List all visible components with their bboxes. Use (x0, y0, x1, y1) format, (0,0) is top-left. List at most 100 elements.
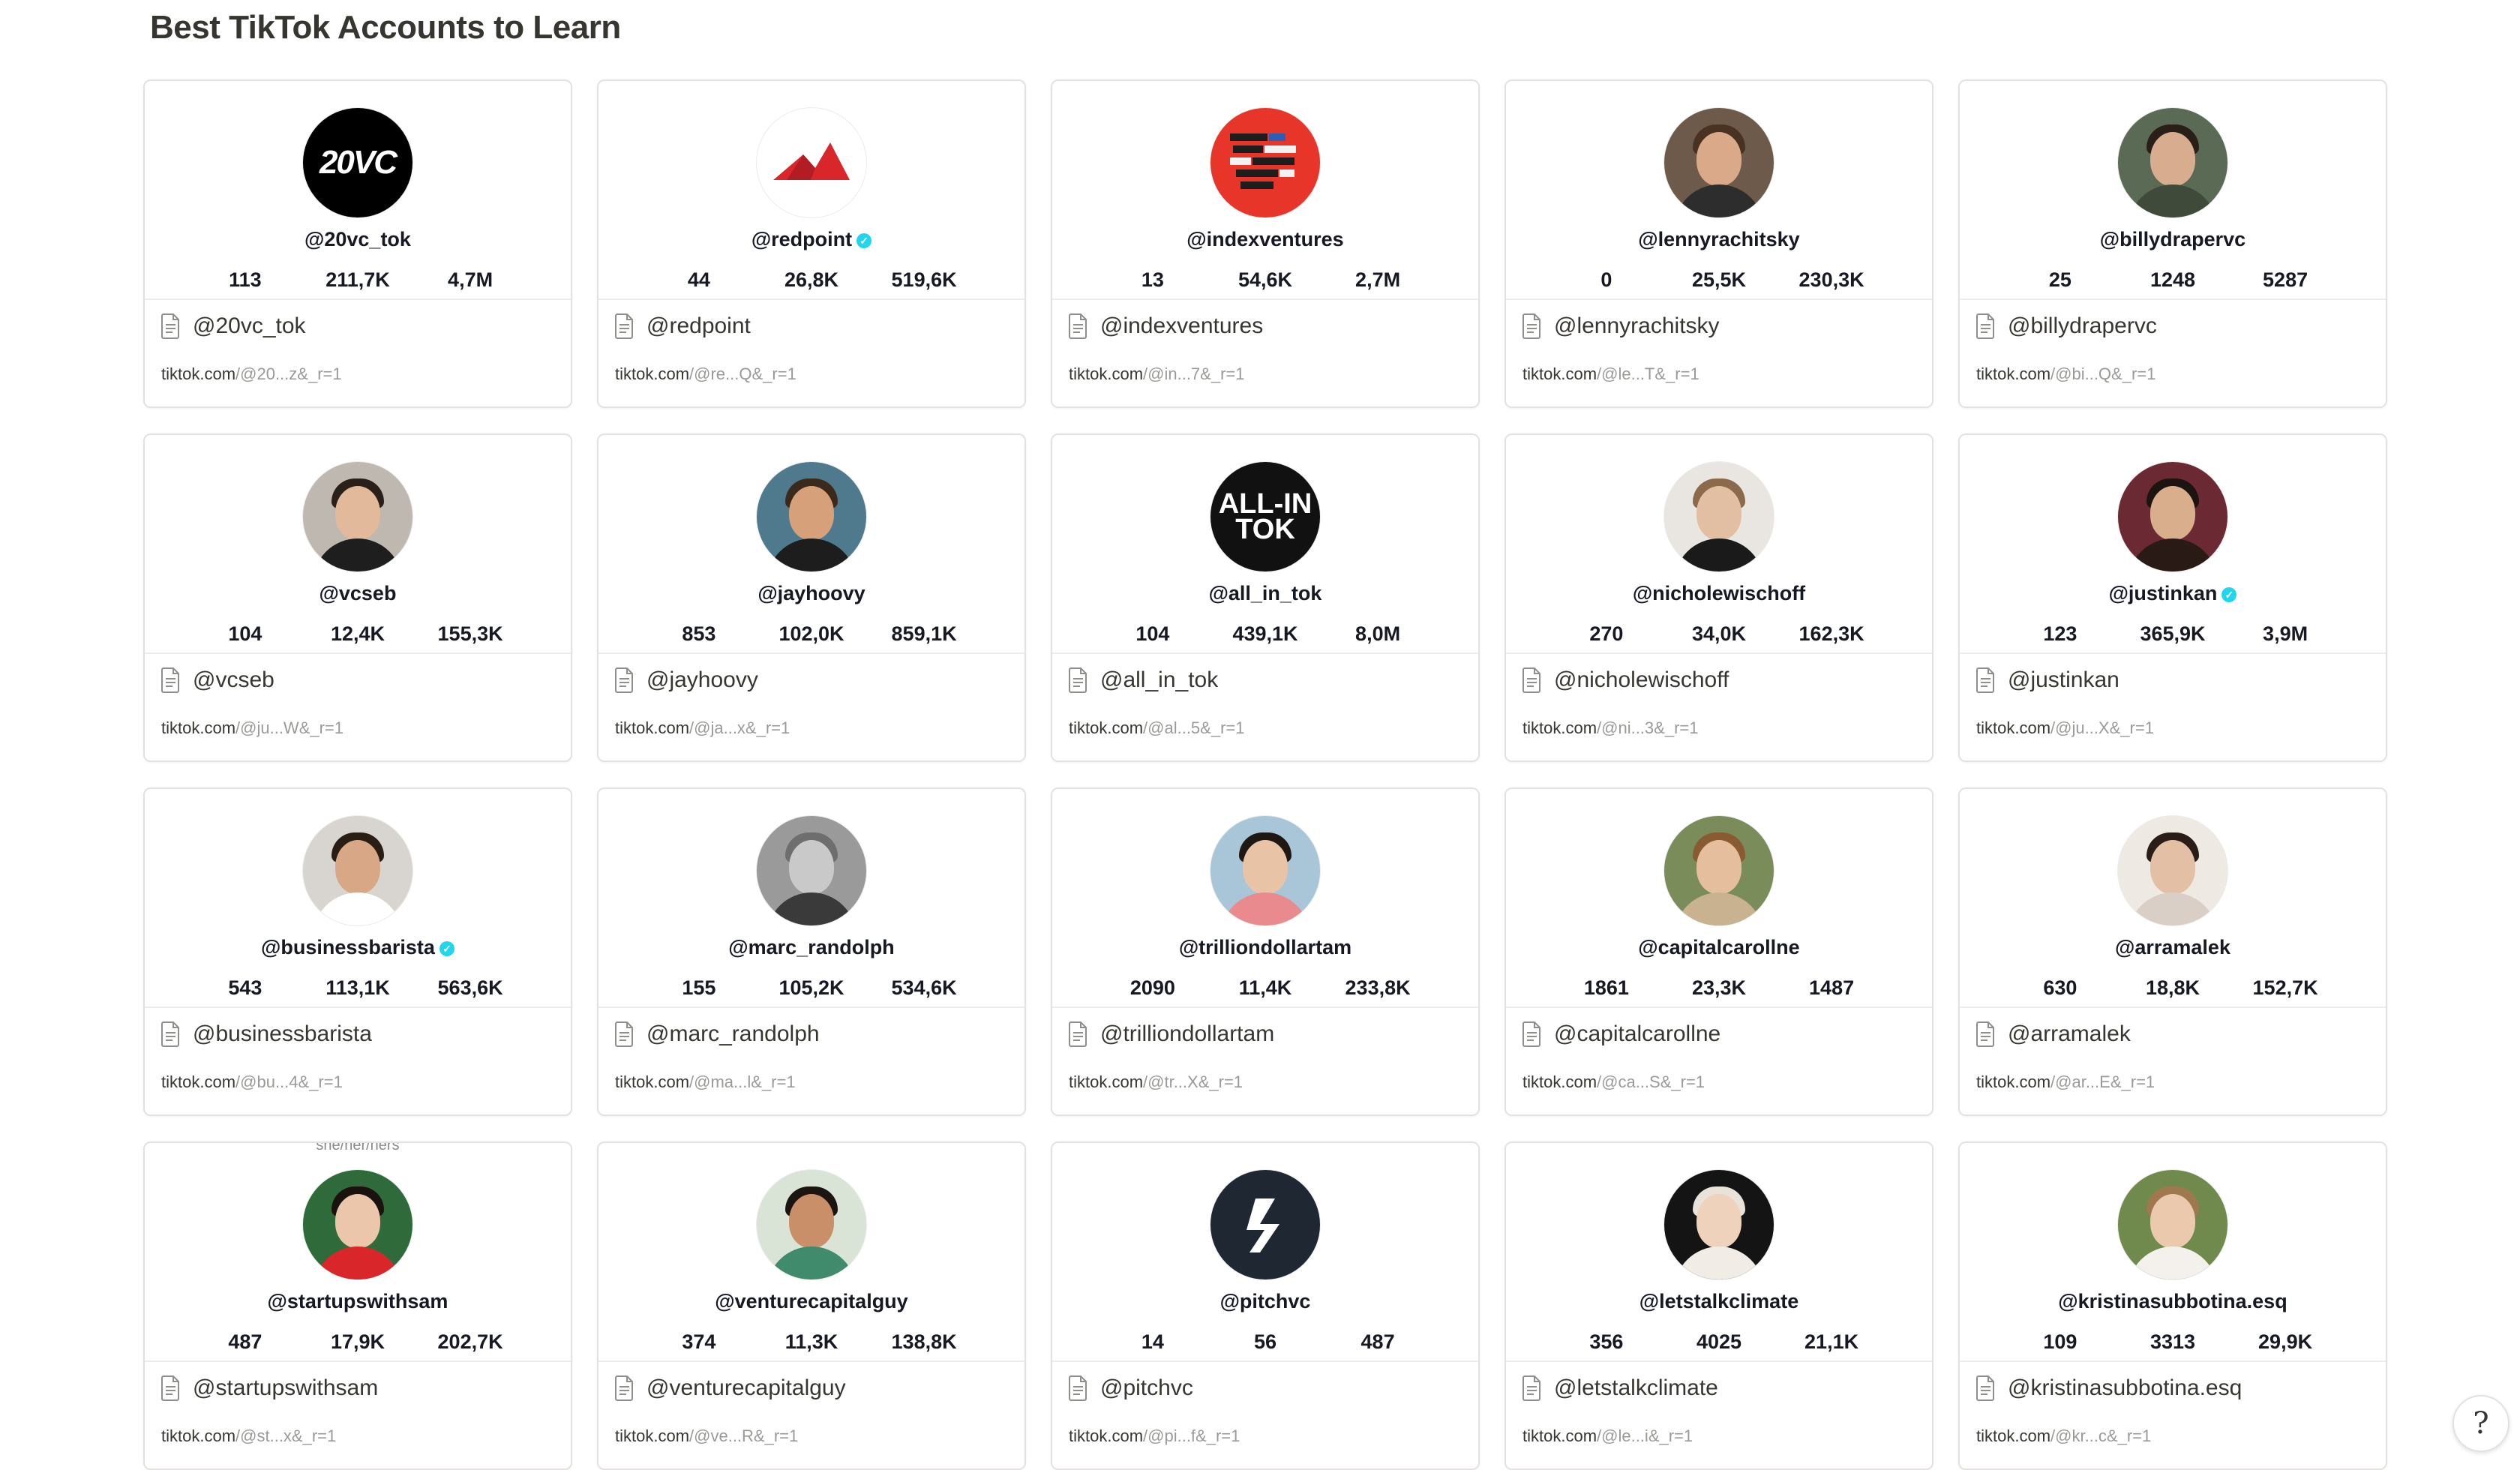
card-title-row[interactable]: @capitalcarollne (1522, 1022, 1720, 1047)
bookmark-card[interactable]: @nicholewischoff 270 34,0K 162,3K @nicholewi… (1504, 434, 1934, 762)
bookmark-card[interactable]: @justinkan ✓ 123 365,9K 3,9M @justinkan tiktok… (1958, 434, 2387, 762)
card-title[interactable]: @justinkan (2008, 668, 2120, 693)
profile-handle[interactable]: @trilliondollartam (1179, 936, 1352, 958)
card-url[interactable]: tiktok.com/@bi...Q&_r=1 (1976, 364, 2156, 384)
bookmark-card[interactable]: @billydrapervc 25 1248 5287 @billydrapervc ti… (1958, 80, 2387, 408)
card-title-row[interactable]: @marc_randolph (615, 1022, 820, 1047)
card-title[interactable]: @capitalcarollne (1554, 1022, 1720, 1047)
card-url[interactable]: tiktok.com/@re...Q&_r=1 (615, 364, 796, 384)
bookmark-card[interactable]: @lennyrachitsky 0 25,5K 230,3K @lennyrachits… (1504, 80, 1934, 408)
card-title[interactable]: @indexventures (1100, 314, 1263, 339)
profile-avatar[interactable] (2118, 816, 2228, 926)
embed-preview[interactable]: @lennyrachitsky 0 25,5K 230,3K (1506, 81, 1932, 298)
bookmark-card[interactable]: @vcseb 104 12,4K 155,3K @vcseb tiktok.com/@ju… (143, 434, 572, 762)
bookmark-card[interactable]: @indexventures 13 54,6K 2,7M @indexventures t… (1051, 80, 1480, 408)
card-title-row[interactable]: @jayhoovy (615, 668, 758, 693)
card-url[interactable]: tiktok.com/@ve...R&_r=1 (615, 1426, 798, 1446)
card-url[interactable]: tiktok.com/@in...7&_r=1 (1069, 364, 1245, 384)
profile-handle[interactable]: @justinkan (2109, 582, 2218, 604)
profile-handle[interactable]: @kristinasubbotina.esq (2058, 1290, 2287, 1312)
bookmark-card[interactable]: @businessbarista ✓ 543 113,1K 563,6K @busines… (143, 788, 572, 1116)
embed-preview[interactable]: 20VC @20vc_tok 113 211,7K 4,7M (145, 81, 571, 298)
card-url[interactable]: tiktok.com/@ja...x&_r=1 (615, 718, 790, 738)
profile-avatar[interactable] (2118, 462, 2228, 572)
profile-avatar[interactable] (757, 462, 866, 572)
card-title[interactable]: @marc_randolph (646, 1022, 820, 1047)
profile-avatar[interactable] (1664, 462, 1774, 572)
card-info[interactable]: @trilliondollartam tiktok.com/@tr...X&_r=… (1052, 1006, 1478, 1114)
bookmark-card[interactable]: @capitalcarollne 1861 23,3K 1487 @capitalcar… (1504, 788, 1934, 1116)
profile-handle[interactable]: @indexventures (1186, 228, 1343, 250)
profile-avatar[interactable] (1210, 816, 1320, 926)
card-info[interactable]: @billydrapervc tiktok.com/@bi...Q&_r=1 (1960, 298, 2386, 406)
bookmark-card[interactable]: @letstalkclimate 356 4025 21,1K @letstalkcli… (1504, 1142, 1934, 1470)
embed-preview[interactable]: @businessbarista ✓ 543 113,1K 563,6K (145, 789, 571, 1006)
card-title-row[interactable]: @redpoint (615, 314, 751, 339)
card-info[interactable]: @nicholewischoff tiktok.com/@ni...3&_r=1 (1506, 652, 1932, 760)
card-url[interactable]: tiktok.com/@bu...4&_r=1 (161, 1072, 343, 1092)
card-info[interactable]: @pitchvc tiktok.com/@pi...f&_r=1 (1052, 1360, 1478, 1468)
card-url[interactable]: tiktok.com/@ju...W&_r=1 (161, 718, 344, 738)
profile-handle[interactable]: @billydrapervc (2100, 228, 2246, 250)
profile-avatar[interactable]: ALL-IN TOK (1210, 462, 1320, 572)
card-info[interactable]: @lennyrachitsky tiktok.com/@le...T&_r=1 (1506, 298, 1932, 406)
card-url[interactable]: tiktok.com/@al...5&_r=1 (1069, 718, 1245, 738)
card-url[interactable]: tiktok.com/@20...z&_r=1 (161, 364, 342, 384)
profile-handle[interactable]: @pitchvc (1220, 1290, 1311, 1312)
embed-preview[interactable]: @nicholewischoff 270 34,0K 162,3K (1506, 435, 1932, 652)
profile-avatar[interactable] (757, 1170, 866, 1280)
card-title-row[interactable]: @20vc_tok (161, 314, 306, 339)
embed-preview[interactable]: @redpoint ✓ 44 26,8K 519,6K (598, 81, 1024, 298)
help-button[interactable]: ? (2452, 1395, 2510, 1452)
card-title[interactable]: @businessbarista (193, 1022, 372, 1047)
bookmark-card[interactable]: @kristinasubbotina.esq 109 3313 29,9K @krist… (1958, 1142, 2387, 1470)
profile-avatar[interactable] (303, 462, 412, 572)
card-url[interactable]: tiktok.com/@le...T&_r=1 (1522, 364, 1700, 384)
card-url[interactable]: tiktok.com/@ju...X&_r=1 (1976, 718, 2154, 738)
profile-handle[interactable]: @20vc_tok (304, 228, 411, 250)
card-title-row[interactable]: @lennyrachitsky (1522, 314, 1720, 339)
profile-avatar[interactable] (1664, 816, 1774, 926)
profile-handle[interactable]: @capitalcarollne (1638, 936, 1799, 958)
card-title[interactable]: @pitchvc (1100, 1376, 1193, 1401)
card-title-row[interactable]: @vcseb (161, 668, 274, 693)
profile-avatar[interactable] (1664, 108, 1774, 218)
embed-preview[interactable]: @capitalcarollne 1861 23,3K 1487 (1506, 789, 1932, 1006)
card-title[interactable]: @redpoint (646, 314, 751, 339)
bookmark-card[interactable]: ALL-IN TOK @all_in_tok 104 439,1K 8,0M @all_in… (1051, 434, 1480, 762)
profile-avatar[interactable]: 20VC (303, 108, 412, 218)
profile-avatar[interactable] (2118, 108, 2228, 218)
card-title[interactable]: @jayhoovy (646, 668, 758, 693)
card-info[interactable]: @marc_randolph tiktok.com/@ma...l&_r=1 (598, 1006, 1024, 1114)
card-info[interactable]: @indexventures tiktok.com/@in...7&_r=1 (1052, 298, 1478, 406)
profile-handle[interactable]: @businessbarista (261, 936, 435, 958)
profile-handle[interactable]: @lennyrachitsky (1638, 228, 1799, 250)
card-url[interactable]: tiktok.com/@pi...f&_r=1 (1069, 1426, 1240, 1446)
profile-avatar[interactable] (303, 1170, 412, 1280)
card-url[interactable]: tiktok.com/@st...x&_r=1 (161, 1426, 336, 1446)
card-title[interactable]: @lennyrachitsky (1554, 314, 1720, 339)
card-url[interactable]: tiktok.com/@ca...S&_r=1 (1522, 1072, 1705, 1092)
card-title[interactable]: @billydrapervc (2008, 314, 2157, 339)
profile-avatar[interactable] (1664, 1170, 1774, 1280)
card-url[interactable]: tiktok.com/@kr...c&_r=1 (1976, 1426, 2151, 1446)
card-info[interactable]: @businessbarista tiktok.com/@bu...4&_r=1 (145, 1006, 571, 1114)
card-title[interactable]: @letstalkclimate (1554, 1376, 1718, 1401)
card-url[interactable]: tiktok.com/@ar...E&_r=1 (1976, 1072, 2155, 1092)
card-title-row[interactable]: @trilliondollartam (1069, 1022, 1274, 1047)
card-title[interactable]: @nicholewischoff (1554, 668, 1729, 693)
profile-avatar[interactable] (2118, 1170, 2228, 1280)
bookmark-card[interactable]: @jayhoovy 853 102,0K 859,1K @jayhoovy tiktok.… (597, 434, 1026, 762)
embed-preview[interactable]: @jayhoovy 853 102,0K 859,1K (598, 435, 1024, 652)
bookmark-card[interactable]: @marc_randolph 155 105,2K 534,6K @marc_rando… (597, 788, 1026, 1116)
embed-preview[interactable]: @venturecapitalguy 374 11,3K 138,8K (598, 1143, 1024, 1360)
profile-avatar[interactable] (303, 816, 412, 926)
embed-preview[interactable]: @billydrapervc 25 1248 5287 (1960, 81, 2386, 298)
card-info[interactable]: @redpoint tiktok.com/@re...Q&_r=1 (598, 298, 1024, 406)
card-title[interactable]: @venturecapitalguy (646, 1376, 846, 1401)
embed-preview[interactable]: she/her/hers @startupswithsam 487 17,9K 202,… (145, 1143, 571, 1360)
profile-handle[interactable]: @all_in_tok (1209, 582, 1322, 604)
profile-avatar[interactable] (1210, 1170, 1320, 1280)
card-info[interactable]: @venturecapitalguy tiktok.com/@ve...R&_r=… (598, 1360, 1024, 1468)
card-title-row[interactable]: @billydrapervc (1976, 314, 2157, 339)
